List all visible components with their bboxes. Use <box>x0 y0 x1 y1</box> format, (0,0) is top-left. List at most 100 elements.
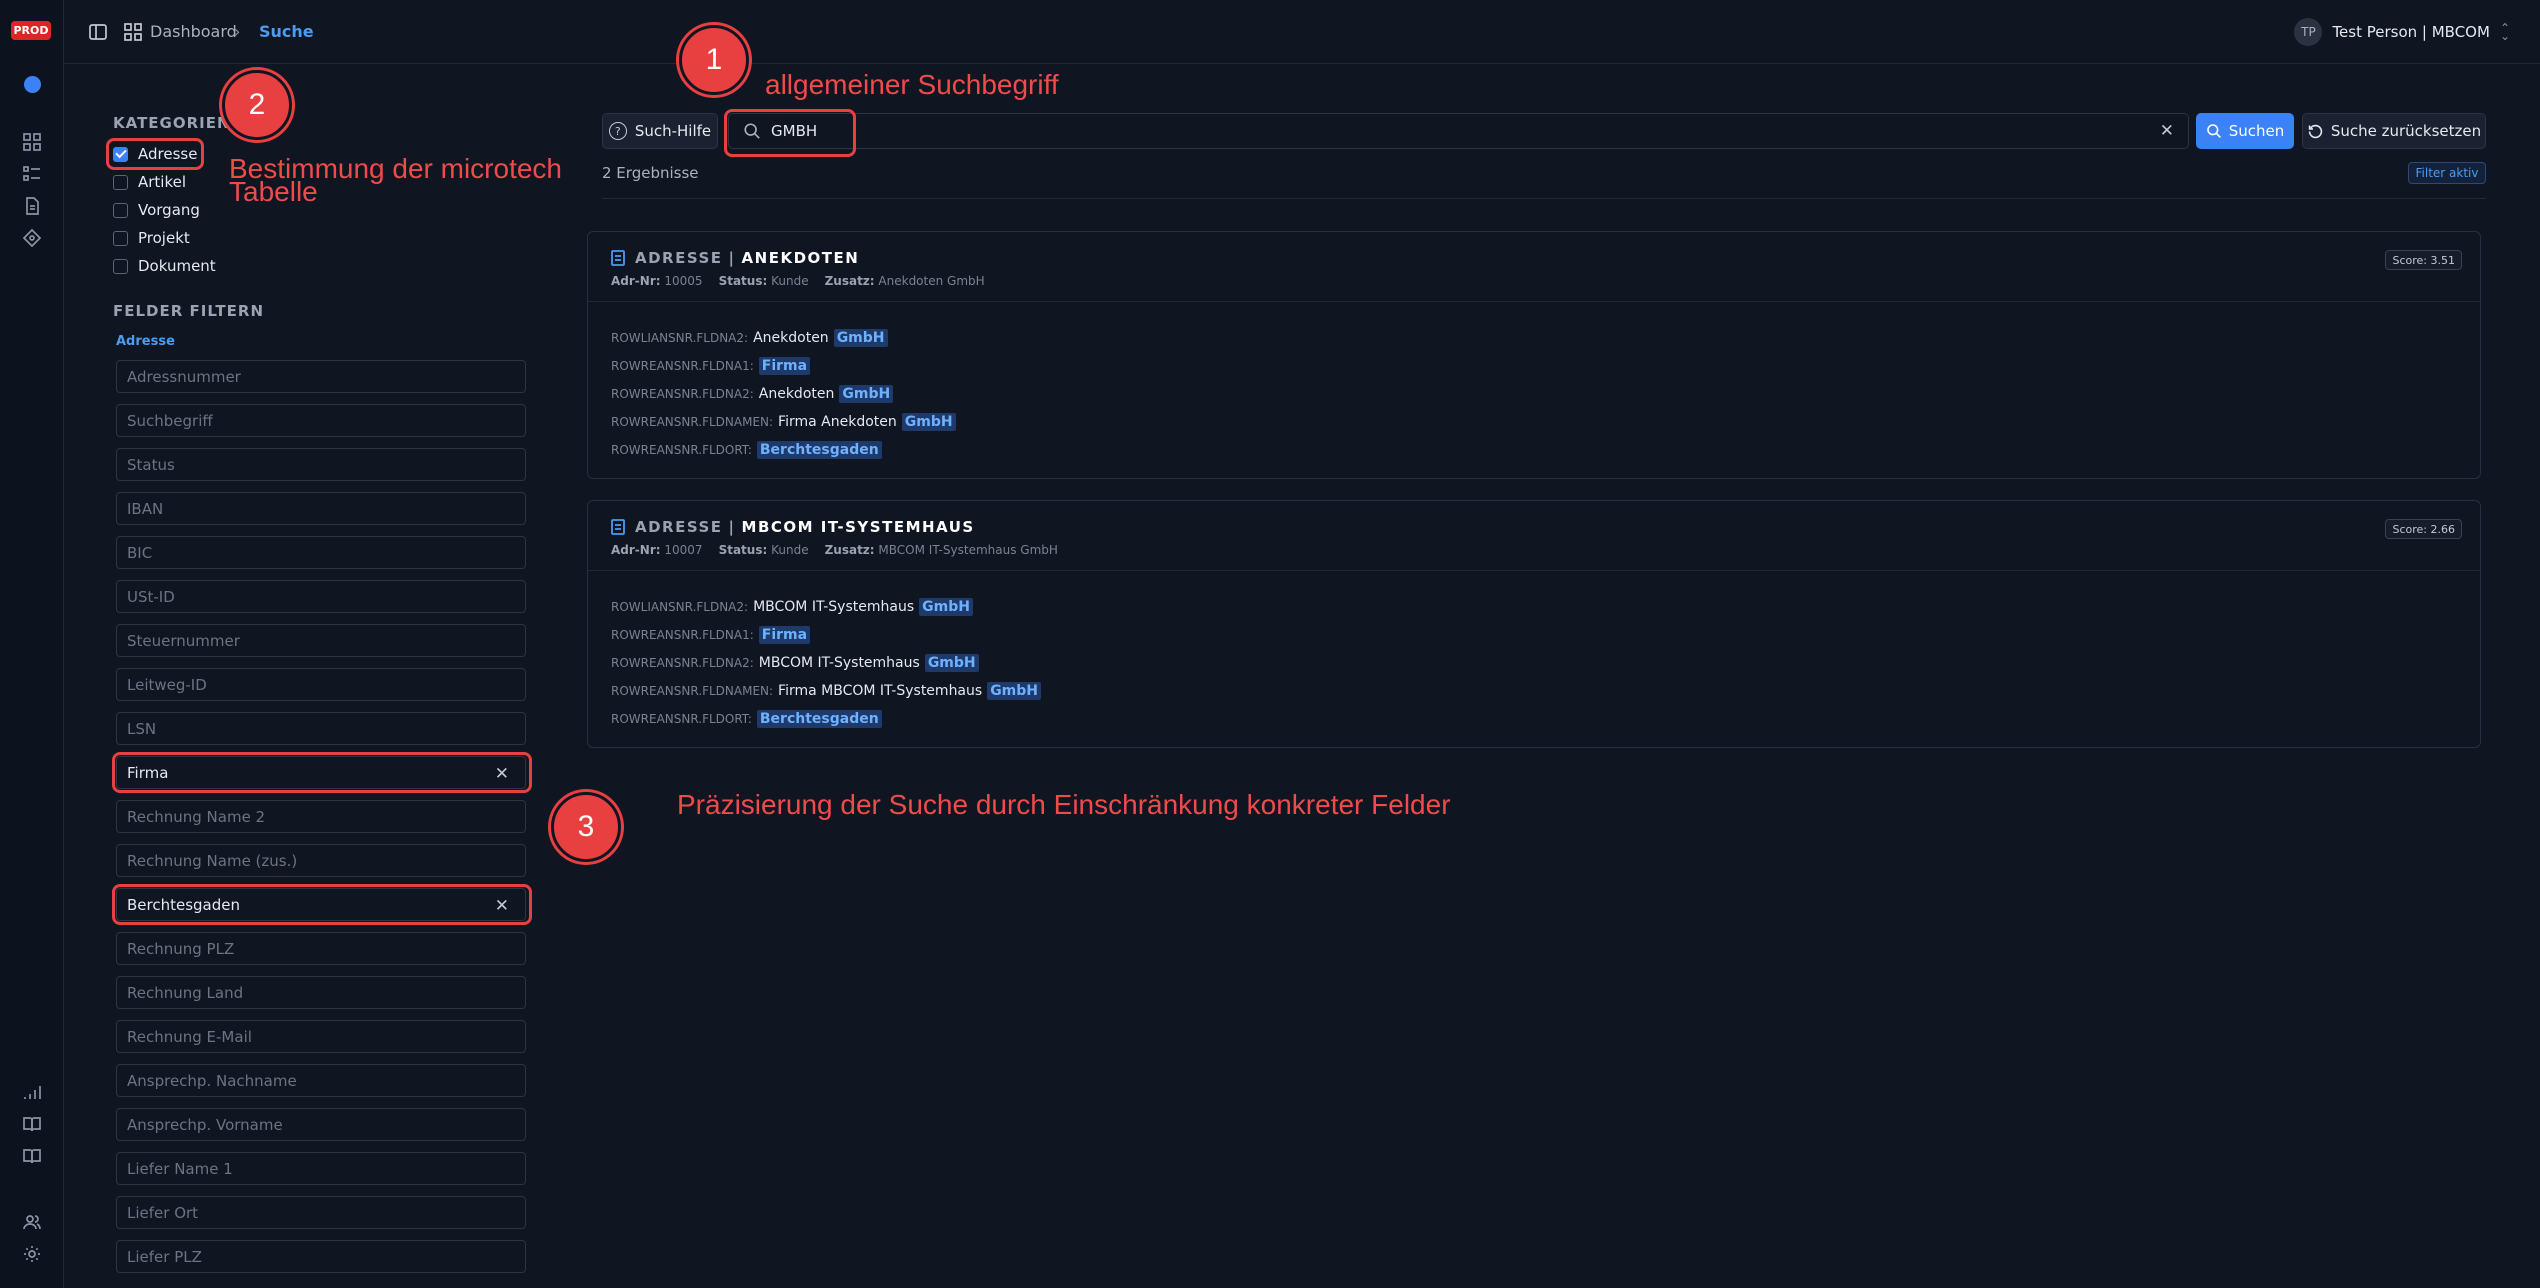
hit-highlight: GmbH <box>833 329 888 347</box>
field-iban[interactable]: IBAN <box>116 492 526 525</box>
hit-text: MBCOM IT-Systemhaus <box>758 655 920 671</box>
meta-zusatz: Anekdoten GmbH <box>878 274 985 288</box>
category-projekt[interactable]: Projekt <box>113 229 190 247</box>
hit-key: ROWREANSNR.FLDNAMEN: <box>611 684 774 698</box>
result-card[interactable]: ADRESSE | ANEKDOTEN Adr-Nr: 10005 Status: … <box>587 231 2481 479</box>
signal-stats-icon[interactable] <box>20 1080 44 1104</box>
category-label: Dokument <box>138 257 216 275</box>
checkbox-icon[interactable] <box>113 258 128 274</box>
breadcrumb-dashboard-link[interactable]: Dashboard <box>150 22 237 41</box>
filter-active-badge: Filter aktiv <box>2408 162 2486 184</box>
user-menu[interactable]: TP Test Person | MBCOM ⌃ ⌄ <box>2294 18 2510 46</box>
breadcrumb-chevron-icon: › <box>234 22 241 41</box>
hit-row: ROWREANSNR.FLDNA2: MBCOM IT-Systemhaus Gmb… <box>611 649 2480 677</box>
clear-search-icon[interactable]: ✕ <box>2160 121 2174 141</box>
category-label: Artikel <box>138 173 187 191</box>
field-ansprechp-vorname[interactable]: Ansprechp. Vorname <box>116 1108 526 1141</box>
hit-key: ROWREANSNR.FLDNA1: <box>611 628 754 642</box>
reset-search-button[interactable]: Suche zurücksetzen <box>2302 113 2486 149</box>
annotation-text-1: allgemeiner Suchbegriff <box>765 69 1059 100</box>
field-liefer-name-1[interactable]: Liefer Name 1 <box>116 1152 526 1185</box>
category-dokument[interactable]: Dokument <box>113 257 216 275</box>
meta-label: Zusatz: <box>824 543 875 557</box>
category-label: Vorgang <box>138 201 200 219</box>
field-steuernummer[interactable]: Steuernummer <box>116 624 526 657</box>
field-rechnung-name-2[interactable]: Rechnung Name 2 <box>116 800 526 833</box>
hit-key: ROWLIANSNR.FLDNA2: <box>611 331 749 345</box>
field-rechnung-email[interactable]: Rechnung E-Mail <box>116 1020 526 1053</box>
field-liefer-plz[interactable]: Liefer PLZ <box>116 1240 526 1273</box>
score-badge: Score: 2.66 <box>2385 519 2462 539</box>
hit-highlight: GmbH <box>901 413 956 431</box>
document-icon[interactable] <box>20 194 44 218</box>
categories-heading: KATEGORIEN <box>113 114 231 132</box>
checkbox-icon[interactable] <box>113 174 128 190</box>
hit-key: ROWREANSNR.FLDNA2: <box>611 656 754 670</box>
hit-row: ROWLIANSNR.FLDNA2: MBCOM IT-Systemhaus Gmb… <box>611 593 2480 621</box>
hit-highlight: GmbH <box>919 598 973 616</box>
project-icon[interactable] <box>20 226 44 250</box>
address-document-icon <box>610 250 626 266</box>
search-input[interactable]: GMBH ✕ <box>728 113 2189 149</box>
annotation-text-2b: Tabelle <box>229 176 318 207</box>
field-ansprechp-nachname[interactable]: Ansprechp. Nachname <box>116 1064 526 1097</box>
field-status[interactable]: Status <box>116 448 526 481</box>
dashboard-grid-icon[interactable] <box>20 130 44 154</box>
hit-highlight: Firma <box>758 357 811 375</box>
manual-book-icon[interactable] <box>20 1144 44 1168</box>
result-card-header: ADRESSE | MBCOM IT-SYSTEMHAUS Adr-Nr: 1000… <box>588 501 2480 571</box>
field-rechnung-land[interactable]: Rechnung Land <box>116 976 526 1009</box>
category-vorgang[interactable]: Vorgang <box>113 201 200 219</box>
hit-row: ROWREANSNR.FLDNA1: Firma <box>611 352 2480 380</box>
annotation-highlight-search <box>724 109 856 157</box>
annotation-highlight-field-ort <box>112 884 532 925</box>
fields-subheading: Adresse <box>116 334 175 349</box>
checkbox-icon[interactable] <box>113 230 128 246</box>
fields-filter-heading: FELDER FILTERN <box>113 302 265 320</box>
annotation-text-3: Präzisierung der Suche durch Einschränku… <box>677 789 1451 820</box>
sidebar-toggle-icon[interactable] <box>87 21 109 43</box>
search-button[interactable]: Suchen <box>2196 113 2294 149</box>
field-rechnung-name-zus[interactable]: Rechnung Name (zus.) <box>116 844 526 877</box>
result-type: ADRESSE <box>635 518 723 536</box>
top-header: Dashboard › Suche TP Test Person | MBCOM… <box>64 0 2540 64</box>
meta-label: Adr-Nr: <box>611 543 661 557</box>
result-card[interactable]: ADRESSE | MBCOM IT-SYSTEMHAUS Adr-Nr: 1000… <box>587 500 2481 748</box>
annotation-marker-3: 3 <box>551 792 621 862</box>
field-liefer-ort[interactable]: Liefer Ort <box>116 1196 526 1229</box>
field-rechnung-plz[interactable]: Rechnung PLZ <box>116 932 526 965</box>
settings-gear-icon[interactable] <box>20 1242 44 1266</box>
field-leitweg-id[interactable]: Leitweg-ID <box>116 668 526 701</box>
hit-highlight: GmbH <box>924 654 979 672</box>
hit-text: Anekdoten <box>753 330 829 346</box>
category-artikel[interactable]: Artikel <box>113 173 186 191</box>
chevron-up-down-icon: ⌃ ⌄ <box>2499 21 2510 43</box>
hit-text: Firma Anekdoten <box>778 414 897 430</box>
book-icon[interactable] <box>20 1112 44 1136</box>
meta-label: Status: <box>718 274 768 288</box>
checkbox-icon[interactable] <box>113 202 128 218</box>
search-help-button[interactable]: ? Such-Hilfe <box>602 113 718 149</box>
field-bic[interactable]: BIC <box>116 536 526 569</box>
field-suchbegriff[interactable]: Suchbegriff <box>116 404 526 437</box>
field-ust-id[interactable]: USt-ID <box>116 580 526 613</box>
hit-text: Firma MBCOM IT-Systemhaus <box>778 683 983 699</box>
results-count: 2 Ergebnisse <box>602 164 699 182</box>
status-dot-icon[interactable] <box>24 76 41 93</box>
meta-status: Kunde <box>771 274 809 288</box>
checklist-icon[interactable] <box>20 162 44 186</box>
hit-key: ROWREANSNR.FLDNA2: <box>611 387 754 401</box>
field-lsn[interactable]: LSN <box>116 712 526 745</box>
result-title[interactable]: ADRESSE | MBCOM IT-SYSTEMHAUS <box>635 518 975 536</box>
hit-row: ROWLIANSNR.FLDNA2: Anekdoten GmbH <box>611 324 2480 352</box>
divider <box>602 198 2486 199</box>
search-help-label: Such-Hilfe <box>634 122 712 140</box>
result-title[interactable]: ADRESSE | ANEKDOTEN <box>635 249 859 267</box>
hit-row: ROWREANSNR.FLDORT: Berchtesgaden <box>611 436 2480 464</box>
result-card-header: ADRESSE | ANEKDOTEN Adr-Nr: 10005 Status: … <box>588 232 2480 302</box>
annotation-highlight-field-firma <box>112 752 532 793</box>
hit-highlight: Berchtesgaden <box>756 710 882 728</box>
hit-highlight: GmbH <box>987 682 1042 700</box>
field-adressnummer[interactable]: Adressnummer <box>116 360 526 393</box>
users-icon[interactable] <box>20 1210 44 1234</box>
